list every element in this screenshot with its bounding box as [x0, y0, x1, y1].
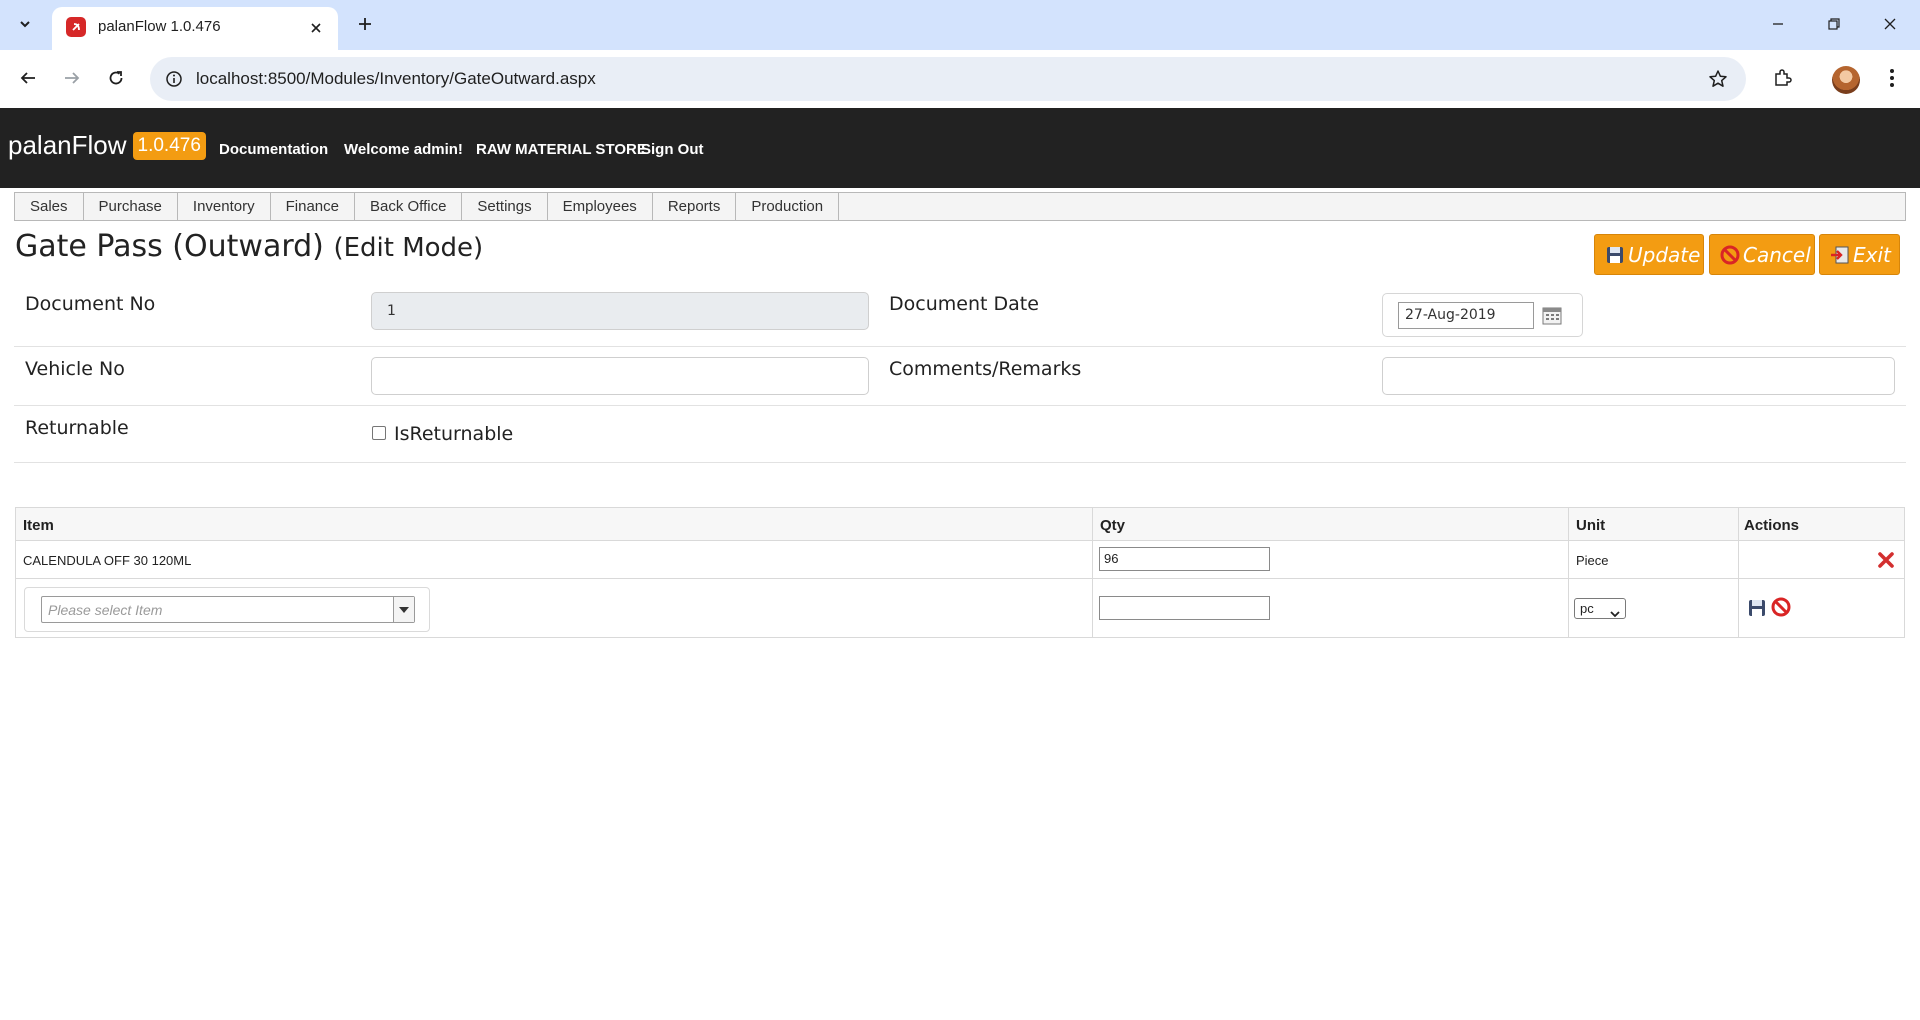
browser-tab-active[interactable]: palanFlow 1.0.476: [52, 7, 338, 50]
window-restore-button[interactable]: [1814, 10, 1854, 40]
column-header-qty: Qty: [1100, 517, 1126, 534]
menu-employees[interactable]: Employees: [548, 193, 653, 220]
cancel-button[interactable]: Cancel: [1709, 234, 1815, 275]
more-vertical-icon: [1889, 68, 1895, 92]
combobox-dropdown-button[interactable]: [393, 597, 414, 622]
delete-row-icon[interactable]: [1876, 550, 1896, 570]
cancel-row-icon[interactable]: [1771, 597, 1791, 617]
vehicle-no-label: Vehicle No: [25, 358, 125, 380]
app-navbar: palanFlow 1.0.476 Documentation Welcome a…: [0, 108, 1920, 188]
menu-production[interactable]: Production: [736, 193, 840, 220]
arrow-left-icon: [19, 69, 37, 91]
page-title-text: Gate Pass (Outward): [15, 229, 324, 264]
no-entry-icon: [1720, 245, 1740, 265]
row-item-name: CALENDULA OFF 30 120ML: [23, 553, 192, 568]
arrow-right-icon: [63, 69, 81, 91]
is-returnable-label[interactable]: IsReturnable: [394, 423, 513, 445]
unit-select-value: pc: [1580, 601, 1594, 616]
module-menu: Sales Purchase Inventory Finance Back Of…: [14, 192, 1906, 221]
column-header-item: Item: [23, 517, 54, 534]
exit-button[interactable]: Exit: [1819, 234, 1900, 275]
close-icon: [1883, 16, 1897, 35]
grid-header: Item Qty Unit Actions: [16, 508, 1904, 541]
vehicle-no-input[interactable]: [371, 357, 869, 395]
comments-input[interactable]: [1382, 357, 1895, 395]
minimize-icon: [1771, 16, 1785, 35]
document-date-label: Document Date: [889, 293, 1039, 315]
document-date-group: 27-Aug-2019: [1382, 293, 1583, 337]
menu-inventory[interactable]: Inventory: [178, 193, 271, 220]
nav-documentation-link[interactable]: Documentation: [219, 141, 328, 158]
row-qty-input[interactable]: 96: [1099, 547, 1270, 571]
new-row-item-group: Please select Item: [24, 587, 430, 632]
plus-icon: [357, 16, 373, 36]
window-minimize-button[interactable]: [1758, 10, 1798, 40]
item-select-combobox[interactable]: Please select Item: [41, 596, 415, 623]
row-unit: Piece: [1576, 553, 1609, 568]
returnable-label: Returnable: [25, 417, 129, 439]
update-button[interactable]: Update: [1594, 234, 1704, 275]
browser-toolbar: localhost:8500/Modules/Inventory/GateOut…: [0, 50, 1920, 108]
url-text[interactable]: localhost:8500/Modules/Inventory/GateOut…: [196, 69, 596, 89]
back-button[interactable]: [12, 64, 44, 96]
page-title: Gate Pass (Outward) (Edit Mode): [15, 229, 483, 264]
new-row-qty-input[interactable]: [1099, 596, 1270, 620]
reload-icon: [107, 69, 125, 91]
calendar-icon[interactable]: [1542, 307, 1562, 325]
palanflow-favicon-icon: [66, 17, 86, 37]
site-info-icon[interactable]: [160, 65, 188, 93]
forward-button[interactable]: [56, 64, 88, 96]
items-grid: Item Qty Unit Actions CALENDULA OFF 30 1…: [15, 507, 1905, 638]
menu-finance[interactable]: Finance: [271, 193, 355, 220]
tab-search-button[interactable]: [10, 10, 40, 40]
bookmark-star-icon[interactable]: [1704, 65, 1732, 93]
tab-close-icon[interactable]: [306, 18, 326, 38]
item-select-placeholder: Please select Item: [48, 602, 163, 618]
document-date-input[interactable]: 27-Aug-2019: [1398, 302, 1534, 329]
puzzle-icon: [1772, 68, 1792, 92]
window-close-button[interactable]: [1870, 10, 1910, 40]
exit-door-icon: [1830, 245, 1850, 265]
extensions-button[interactable]: [1766, 64, 1798, 96]
nav-store-selector[interactable]: RAW MATERIAL STORE: [476, 141, 647, 158]
app-brand[interactable]: palanFlow 1.0.476: [8, 130, 206, 161]
version-badge: 1.0.476: [132, 132, 206, 160]
menu-purchase[interactable]: Purchase: [84, 193, 178, 220]
document-no-field[interactable]: 1: [371, 292, 869, 330]
menu-reports[interactable]: Reports: [653, 193, 737, 220]
table-row: CALENDULA OFF 30 120ML 96 Piece: [16, 541, 1904, 579]
edit-mode-label: (Edit Mode): [333, 233, 484, 263]
nav-sign-out-link[interactable]: Sign Out: [641, 141, 704, 158]
restore-icon: [1827, 16, 1841, 35]
address-bar[interactable]: localhost:8500/Modules/Inventory/GateOut…: [150, 57, 1746, 101]
form-row-returnable: [14, 406, 1906, 463]
chevron-down-icon: [18, 16, 32, 35]
profile-avatar[interactable]: [1832, 66, 1860, 94]
browser-tabstrip: palanFlow 1.0.476: [0, 0, 1920, 50]
menu-sales[interactable]: Sales: [15, 193, 84, 220]
save-row-icon[interactable]: [1747, 598, 1767, 618]
update-button-label: Update: [1628, 242, 1701, 267]
browser-menu-button[interactable]: [1876, 64, 1908, 96]
exit-button-label: Exit: [1853, 242, 1891, 267]
brand-name: palanFlow: [8, 130, 127, 160]
comments-label: Comments/Remarks: [889, 358, 1082, 380]
column-header-unit: Unit: [1576, 517, 1606, 534]
chevron-down-icon: [1610, 604, 1620, 623]
document-no-label: Document No: [25, 293, 156, 315]
new-tab-button[interactable]: [350, 11, 380, 41]
column-header-actions: Actions: [1744, 517, 1800, 534]
nav-welcome-user[interactable]: Welcome admin!: [344, 141, 463, 158]
new-row-unit-select[interactable]: pc: [1574, 598, 1626, 619]
cancel-button-label: Cancel: [1743, 242, 1811, 267]
menu-settings[interactable]: Settings: [462, 193, 548, 220]
tab-title: palanFlow 1.0.476: [98, 18, 221, 35]
is-returnable-checkbox[interactable]: [372, 426, 386, 440]
menu-back-office[interactable]: Back Office: [355, 193, 463, 220]
floppy-disk-icon: [1605, 245, 1625, 265]
reload-button[interactable]: [100, 64, 132, 96]
